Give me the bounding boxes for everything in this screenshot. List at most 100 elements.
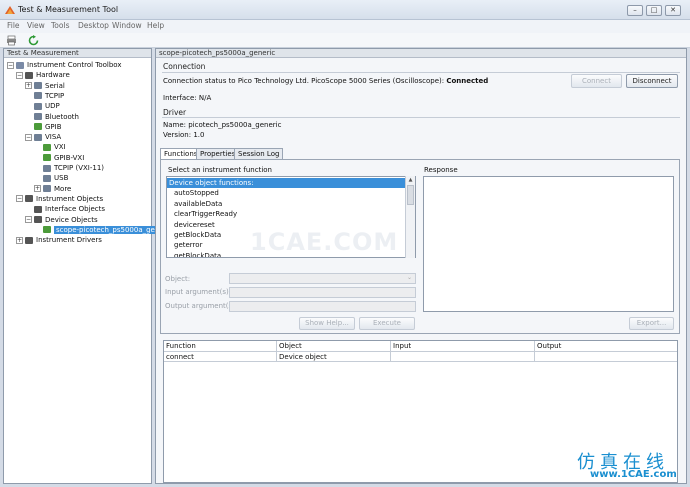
- tree-item-usb[interactable]: USB: [34, 173, 68, 183]
- object-select[interactable]: ⌄: [229, 273, 416, 284]
- tab-session-log[interactable]: Session Log: [234, 148, 284, 159]
- column-header-function[interactable]: Function: [164, 341, 277, 352]
- tree-item-bluetooth[interactable]: Bluetooth: [25, 112, 79, 122]
- column-header-object[interactable]: Object: [277, 341, 391, 352]
- column-header-output[interactable]: Output: [535, 341, 677, 352]
- table-cell-output[interactable]: [535, 352, 677, 362]
- menu-view[interactable]: View: [27, 21, 45, 30]
- scroll-up-icon[interactable]: ▲: [407, 177, 414, 183]
- refresh-icon[interactable]: [28, 35, 39, 46]
- vxi-icon: [43, 143, 51, 151]
- input-arguments-field[interactable]: [229, 287, 416, 298]
- tree-item-device-objects[interactable]: − Device Objects: [25, 215, 98, 225]
- scroll-thumb[interactable]: [407, 185, 414, 205]
- output-arguments-label: Output argument(s):: [165, 302, 238, 310]
- tree-panel-header: Test & Measurement: [4, 49, 151, 58]
- disconnect-button[interactable]: Disconnect: [626, 74, 678, 88]
- tree-item-interface-objects[interactable]: Interface Objects: [25, 204, 105, 214]
- connection-section-title: Connection: [163, 62, 206, 71]
- connect-button[interactable]: Connect: [571, 74, 622, 88]
- tree-item-label: Hardware: [36, 71, 70, 80]
- expand-icon[interactable]: +: [16, 236, 23, 244]
- menu-tools[interactable]: Tools: [51, 21, 69, 30]
- tree-item-more[interactable]: + More: [34, 184, 71, 194]
- tree-item-label: UDP: [45, 102, 60, 111]
- tree-item-scope-picotech-ps5000a-generic[interactable]: scope-picotech_ps5000a_generic: [34, 225, 175, 235]
- input-arguments-label: Input argument(s):: [165, 288, 232, 296]
- driver-divider: [162, 117, 680, 118]
- hardware-icon: [25, 71, 33, 79]
- tab-properties[interactable]: Properties: [196, 148, 240, 159]
- bluetooth-icon: [34, 113, 42, 120]
- collapse-icon[interactable]: −: [25, 216, 32, 223]
- tree-item-gpib-vxi[interactable]: GPIB-VXI: [34, 153, 84, 163]
- menu-file[interactable]: File: [7, 21, 20, 30]
- table-cell-function[interactable]: connect: [164, 352, 277, 362]
- table-cell-object[interactable]: Device object: [277, 352, 391, 362]
- print-icon[interactable]: [6, 35, 17, 46]
- toolbox-icon: [16, 61, 24, 69]
- minimize-button[interactable]: –: [627, 5, 643, 16]
- tree-item-instrument-objects[interactable]: − Instrument Objects: [16, 194, 103, 204]
- tree-item-tcpip[interactable]: TCPIP: [25, 91, 64, 101]
- select-function-label: Select an instrument function: [168, 166, 272, 174]
- show-help-button[interactable]: Show Help...: [299, 317, 355, 330]
- tree-item-label: VXI: [54, 143, 66, 152]
- tree-panel: Test & Measurement − Instrument Control T…: [3, 48, 175, 484]
- collapse-icon[interactable]: −: [25, 133, 32, 141]
- scope-icon: [43, 226, 51, 234]
- tree-item-visa[interactable]: − VISA: [25, 132, 61, 142]
- close-button[interactable]: ✕: [665, 5, 681, 16]
- usb-icon: [43, 174, 51, 182]
- tree-item-tcpip-vxi-11[interactable]: TCPIP (VXI-11): [34, 163, 104, 173]
- serial-icon: [34, 82, 42, 90]
- expand-icon[interactable]: +: [34, 185, 41, 193]
- expand-icon[interactable]: +: [25, 82, 32, 90]
- watermark-url: www.1CAE.com: [590, 469, 677, 480]
- tree-item-udp[interactable]: UDP: [25, 101, 60, 111]
- tree-item-label: TCPIP: [45, 91, 65, 100]
- collapse-icon[interactable]: −: [16, 71, 23, 79]
- maximize-button[interactable]: □: [646, 5, 662, 16]
- tree-item-label: GPIB-VXI: [54, 153, 85, 162]
- tree-item-label: GPIB: [45, 122, 62, 131]
- table-cell-input[interactable]: [391, 352, 535, 362]
- tcpip-icon: [34, 92, 42, 100]
- function-list-scrollbar[interactable]: ▲: [405, 176, 415, 258]
- tree-item-hardware[interactable]: − Hardware: [16, 70, 70, 80]
- tree-item-vxi[interactable]: VXI: [34, 142, 66, 152]
- collapse-icon[interactable]: −: [7, 61, 14, 69]
- response-label: Response: [424, 166, 458, 174]
- driver-name: Name: picotech_ps5000a_generic: [163, 121, 282, 129]
- function-list-item[interactable]: clearTriggerReady: [167, 209, 405, 219]
- tree-item-instrument-drivers[interactable]: + Instrument Drivers: [16, 235, 102, 245]
- tree-item-serial[interactable]: + Serial: [25, 81, 65, 91]
- connection-divider: [162, 72, 680, 73]
- column-header-input[interactable]: Input: [391, 341, 535, 352]
- execute-button[interactable]: Execute: [359, 317, 415, 330]
- tree-item-instrument-control-toolbox[interactable]: − Instrument Control Toolbox: [7, 60, 122, 70]
- object-label: Object:: [165, 275, 191, 283]
- window-title: Test & Measurement Tool: [18, 5, 119, 14]
- menu-window[interactable]: Window: [112, 21, 142, 30]
- toolbar: [0, 33, 690, 48]
- udp-icon: [34, 102, 42, 110]
- export-button[interactable]: Export...: [629, 317, 674, 330]
- menu-desktop[interactable]: Desktop: [78, 21, 109, 30]
- menu-help[interactable]: Help: [147, 21, 164, 30]
- output-arguments-field[interactable]: [229, 301, 416, 312]
- function-list-item[interactable]: availableData: [167, 199, 405, 209]
- function-list-item[interactable]: autoStopped: [167, 188, 405, 198]
- tree-item-gpib[interactable]: GPIB: [25, 122, 62, 132]
- function-group-header[interactable]: Device object functions:: [167, 178, 405, 188]
- connection-status-prefix: Connection status to Pico Technology Ltd…: [163, 77, 447, 85]
- collapse-icon[interactable]: −: [16, 195, 23, 203]
- tree-item-label: Instrument Objects: [36, 194, 104, 203]
